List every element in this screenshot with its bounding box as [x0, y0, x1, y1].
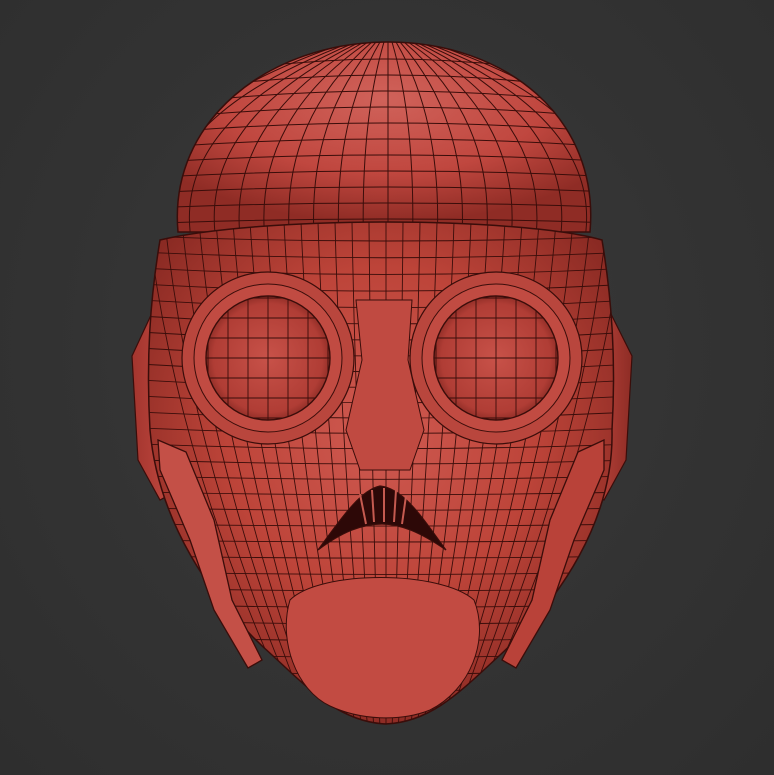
skull-dome — [176, 41, 592, 233]
3d-viewport[interactable] — [0, 0, 774, 775]
mesh-edge — [140, 732, 632, 740]
right-eye-socket — [409, 271, 583, 445]
head-mesh-model[interactable] — [0, 0, 774, 775]
left-eye-socket — [181, 271, 355, 445]
